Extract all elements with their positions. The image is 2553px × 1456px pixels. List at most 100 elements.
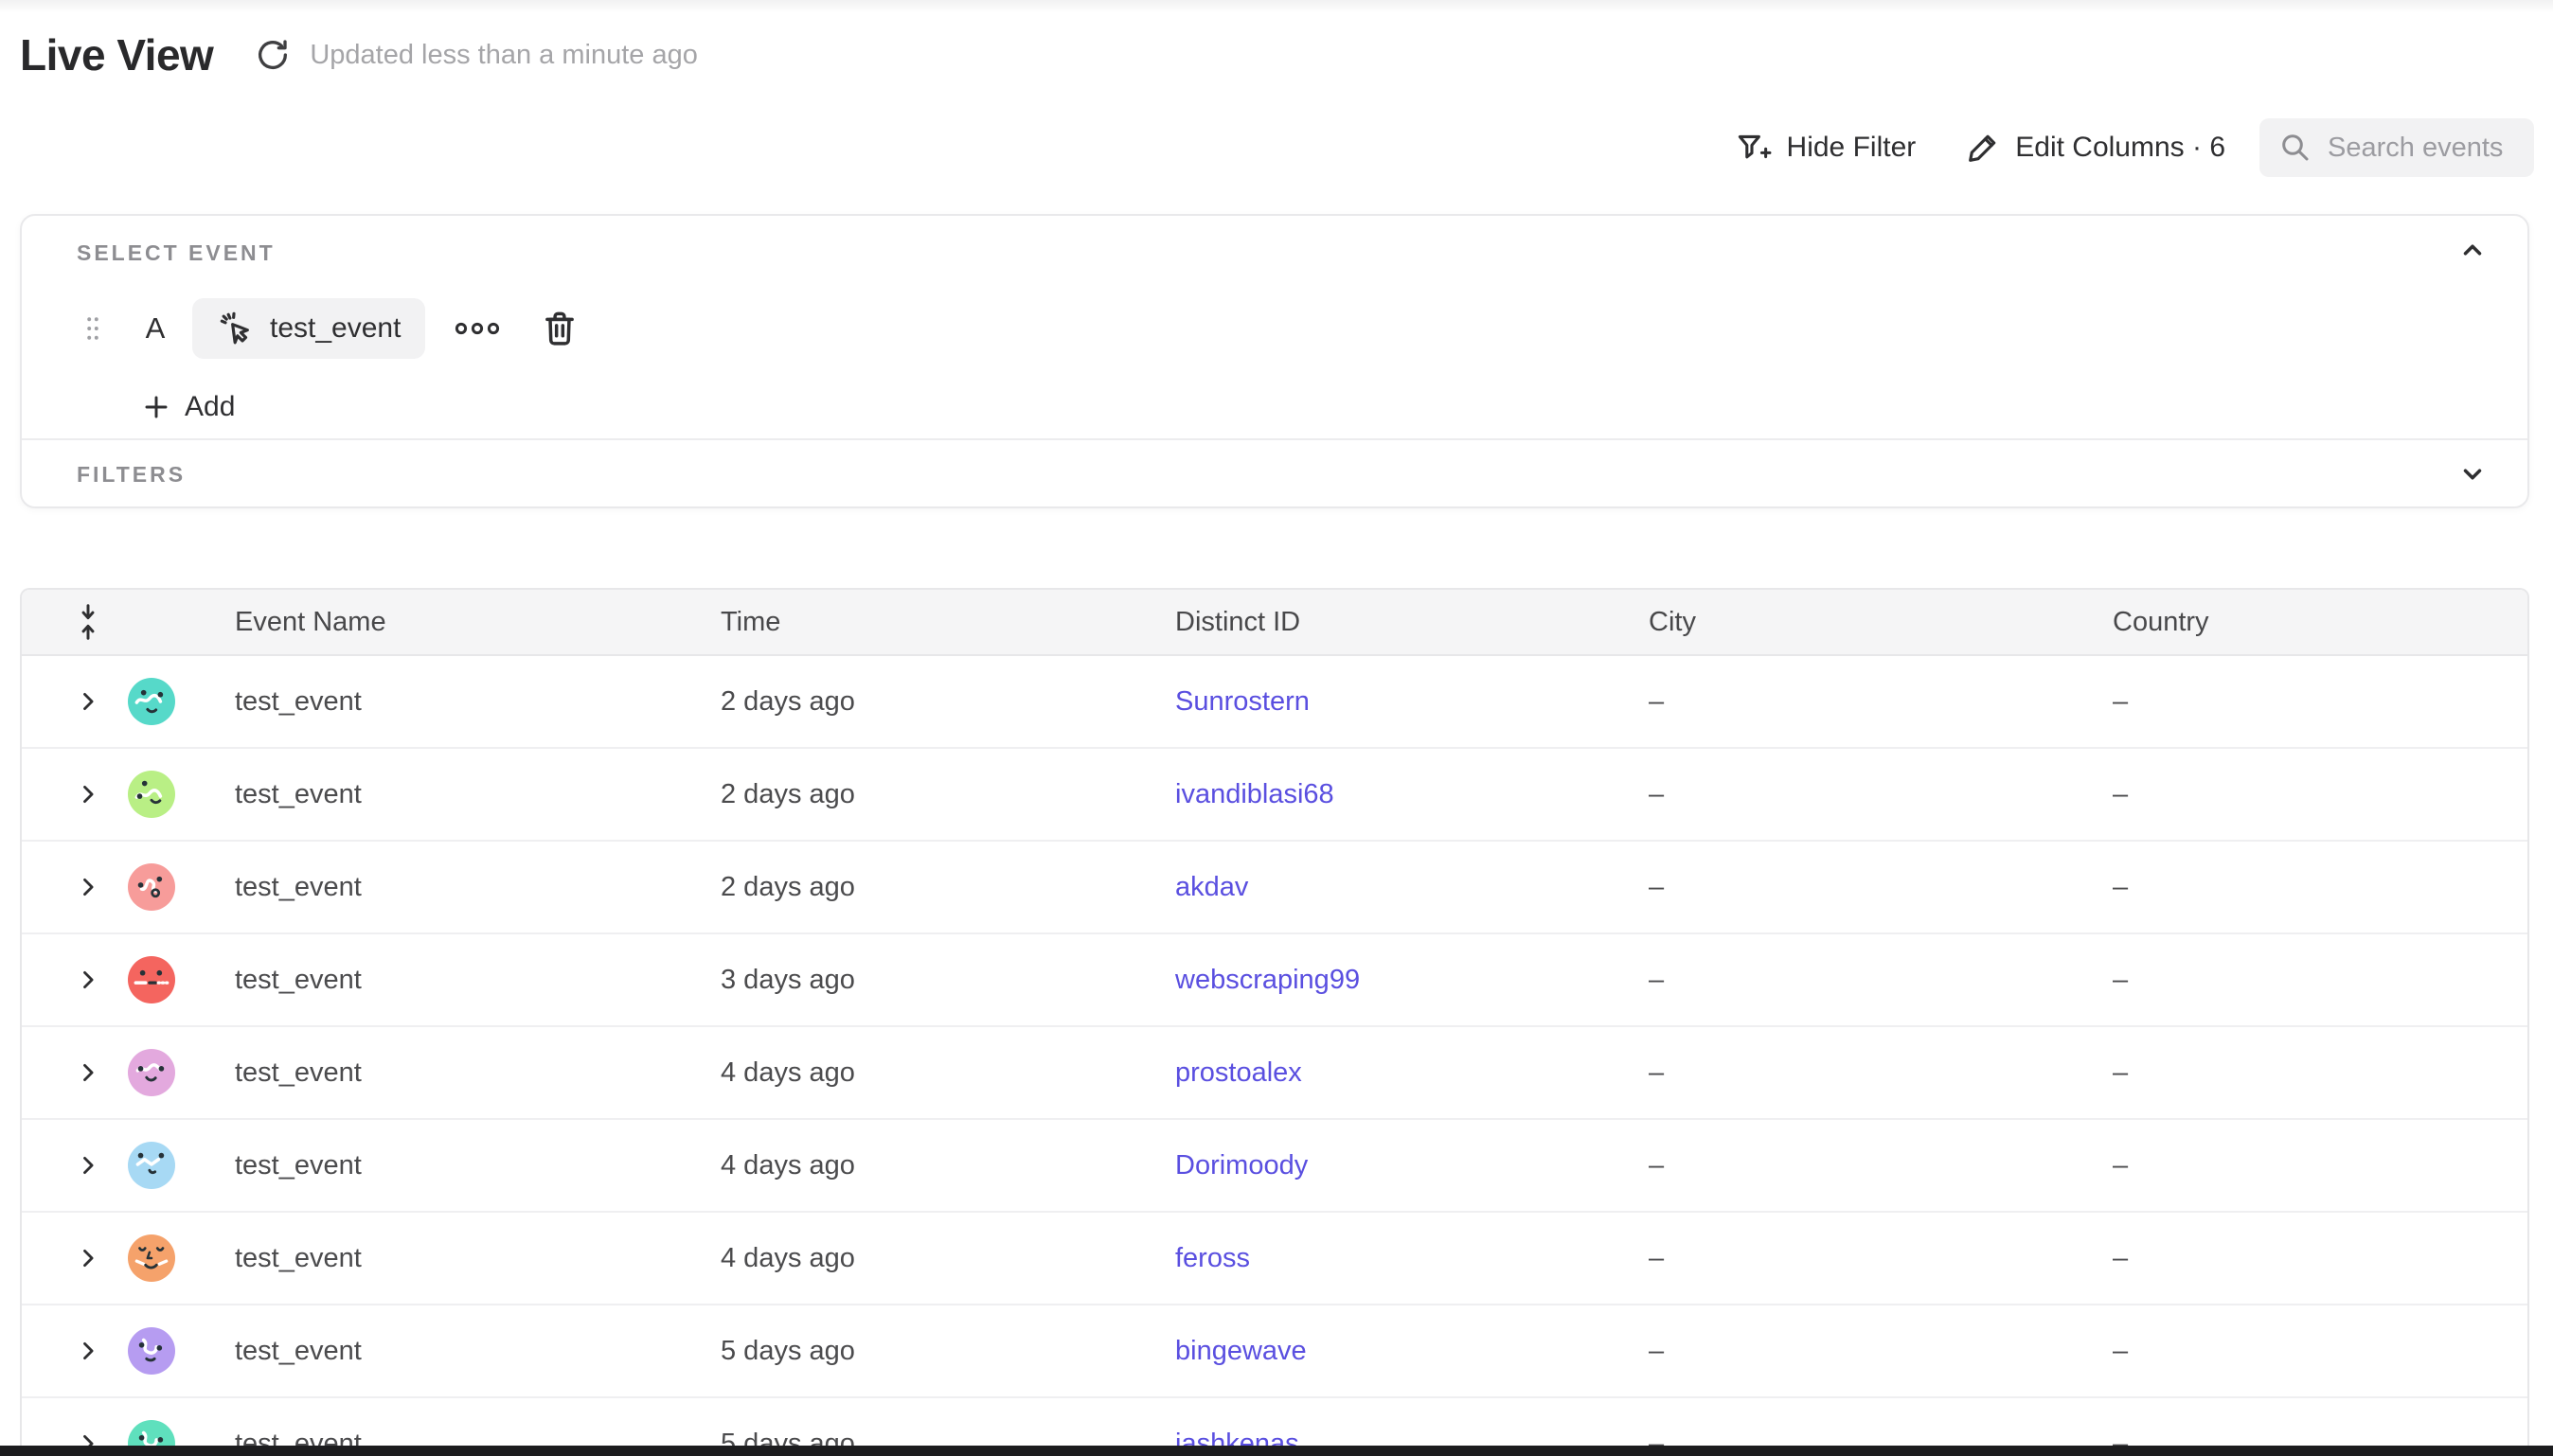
pencil-icon <box>1965 130 2001 166</box>
hide-filter-button[interactable]: Hide Filter <box>1735 129 1917 167</box>
edit-columns-label: Edit Columns · 6 <box>2015 132 2225 164</box>
distinct-id-link[interactable]: ivandiblasi68 <box>1175 779 1334 809</box>
header-time: Time <box>721 607 1175 638</box>
expand-row-button[interactable] <box>69 1239 107 1277</box>
chevron-right-icon <box>75 688 101 715</box>
page-header: Live View Updated less than a minute ago <box>20 21 698 89</box>
distinct-id-link[interactable]: akdav <box>1175 872 1248 902</box>
avatar <box>128 771 175 818</box>
cell-city: – <box>1649 1243 2113 1274</box>
cell-city: – <box>1649 872 2113 903</box>
avatar <box>128 863 175 911</box>
cell-event-name: test_event <box>235 779 721 810</box>
expand-row-button[interactable] <box>69 1054 107 1092</box>
chevron-right-icon <box>75 874 101 900</box>
avatar <box>128 1049 175 1096</box>
distinct-id-link[interactable]: bingewave <box>1175 1336 1307 1366</box>
expand-row-button[interactable] <box>69 868 107 906</box>
hide-filter-label: Hide Filter <box>1787 132 1917 164</box>
refresh-icon <box>254 36 292 74</box>
cell-city: – <box>1649 1057 2113 1089</box>
table-row[interactable]: test_event 4 days ago Dorimoody – – <box>22 1120 2527 1213</box>
cell-event-name: test_event <box>235 1150 721 1181</box>
avatar <box>128 956 175 1003</box>
cell-country: – <box>2113 779 2527 810</box>
cell-country: – <box>2113 1057 2527 1089</box>
distinct-id-link[interactable]: webscraping99 <box>1175 965 1360 995</box>
cell-country: – <box>2113 1336 2527 1367</box>
avatar <box>128 1327 175 1375</box>
chevron-right-icon <box>75 1338 101 1364</box>
cell-country: – <box>2113 1150 2527 1181</box>
search-input[interactable] <box>2328 133 2517 164</box>
event-delete-button[interactable] <box>539 306 580 351</box>
table-row[interactable]: test_event 5 days ago bingewave – – <box>22 1305 2527 1398</box>
header-country: Country <box>2113 607 2527 638</box>
distinct-id-link[interactable]: Sunrostern <box>1175 686 1310 717</box>
drag-dots-icon <box>80 312 105 345</box>
collapse-select-event-button[interactable] <box>2455 233 2490 267</box>
select-event-label: SELECT EVENT <box>77 240 2527 266</box>
plus-icon <box>141 392 171 422</box>
add-event-button[interactable]: Add <box>141 391 235 423</box>
page-title: Live View <box>20 29 213 80</box>
event-chip[interactable]: test_event <box>192 298 425 359</box>
refresh-button[interactable] <box>253 35 293 75</box>
collapse-all-rows-button[interactable] <box>69 600 107 644</box>
cell-country: – <box>2113 872 2527 903</box>
drag-handle[interactable] <box>77 312 109 345</box>
cell-country: – <box>2113 686 2527 718</box>
expand-row-button[interactable] <box>69 775 107 813</box>
cell-city: – <box>1649 1150 2113 1181</box>
event-chip-label: test_event <box>270 312 401 345</box>
table-row[interactable]: test_event 2 days ago Sunrostern – – <box>22 656 2527 749</box>
cell-time: 2 days ago <box>721 686 1175 718</box>
cell-time: 5 days ago <box>721 1336 1175 1367</box>
edit-columns-button[interactable]: Edit Columns · 6 <box>1965 130 2225 166</box>
expand-row-button[interactable] <box>69 1332 107 1370</box>
query-builder-card: SELECT EVENT A <box>20 214 2529 508</box>
expand-row-button[interactable] <box>69 683 107 720</box>
table-row[interactable]: test_event 3 days ago webscraping99 – – <box>22 934 2527 1027</box>
event-more-button[interactable] <box>454 310 501 347</box>
table-row[interactable]: test_event 2 days ago ivandiblasi68 – – <box>22 749 2527 842</box>
cell-city: – <box>1649 1336 2113 1367</box>
trash-icon <box>540 307 580 350</box>
cell-event-name: test_event <box>235 686 721 718</box>
bottom-edge-bar <box>0 1446 2553 1456</box>
top-fade <box>0 0 2553 13</box>
add-label: Add <box>185 391 235 423</box>
search-box[interactable] <box>2259 118 2534 177</box>
table-row[interactable]: test_event 4 days ago prostoalex – – <box>22 1027 2527 1120</box>
event-row: A test_event <box>77 298 2527 359</box>
header-event-name: Event Name <box>235 607 721 638</box>
search-icon <box>2278 131 2312 165</box>
header-distinct-id: Distinct ID <box>1175 607 1649 638</box>
distinct-id-link[interactable]: Dorimoody <box>1175 1150 1308 1181</box>
cell-country: – <box>2113 965 2527 996</box>
cell-time: 2 days ago <box>721 779 1175 810</box>
event-row-letter: A <box>139 311 171 346</box>
cell-time: 2 days ago <box>721 872 1175 903</box>
chevron-right-icon <box>75 1152 101 1179</box>
expand-filters-button[interactable] <box>2455 457 2490 491</box>
cell-country: – <box>2113 1243 2527 1274</box>
expand-row-button[interactable] <box>69 961 107 999</box>
table-row[interactable]: test_event 4 days ago feross – – <box>22 1213 2527 1305</box>
cell-time: 4 days ago <box>721 1150 1175 1181</box>
ellipsis-icon <box>455 318 500 339</box>
cell-event-name: test_event <box>235 1243 721 1274</box>
chevron-up-icon <box>2458 236 2487 264</box>
filter-plus-icon <box>1735 129 1773 167</box>
cell-event-name: test_event <box>235 965 721 996</box>
distinct-id-link[interactable]: prostoalex <box>1175 1057 1302 1088</box>
distinct-id-link[interactable]: feross <box>1175 1243 1250 1273</box>
filters-section: FILTERS <box>22 440 2527 508</box>
expand-row-button[interactable] <box>69 1146 107 1184</box>
avatar <box>128 678 175 725</box>
avatar <box>128 1234 175 1282</box>
cell-city: – <box>1649 965 2113 996</box>
filters-label: FILTERS <box>77 462 186 488</box>
table-row[interactable]: test_event 2 days ago akdav – – <box>22 842 2527 934</box>
avatar <box>128 1142 175 1189</box>
